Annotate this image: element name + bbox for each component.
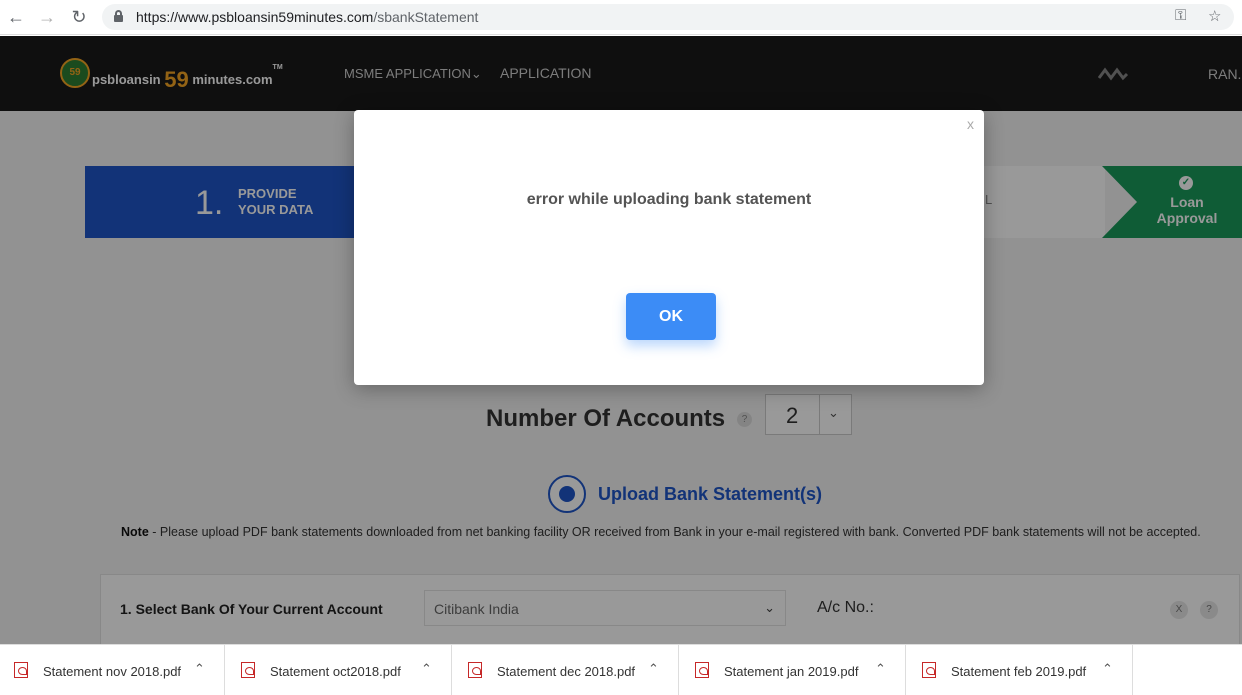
browser-toolbar: ← → ↻ https://www.psbloansin59minutes.co… bbox=[0, 0, 1242, 35]
download-filename: Statement nov 2018.pdf bbox=[43, 664, 182, 679]
lock-icon bbox=[114, 10, 123, 22]
download-item[interactable]: Statement oct2018.pdf ⌃ bbox=[227, 645, 452, 695]
address-bar[interactable]: https://www.psbloansin59minutes.com/sban… bbox=[102, 4, 1234, 30]
error-dialog: x error while uploading bank statement O… bbox=[354, 110, 984, 385]
pdf-icon bbox=[922, 662, 936, 678]
downloads-bar: Statement nov 2018.pdf ⌃ Statement oct20… bbox=[0, 644, 1242, 695]
url-path: /sbankStatement bbox=[373, 9, 479, 25]
pdf-icon bbox=[241, 662, 255, 678]
error-message: error while uploading bank statement bbox=[526, 191, 812, 208]
forward-arrow-icon[interactable]: → bbox=[37, 7, 57, 27]
pdf-icon bbox=[695, 662, 709, 678]
close-icon[interactable]: x bbox=[967, 116, 974, 132]
download-item[interactable]: Statement dec 2018.pdf ⌃ bbox=[454, 645, 679, 695]
chevron-up-icon[interactable]: ⌃ bbox=[194, 661, 205, 677]
chevron-up-icon[interactable]: ⌃ bbox=[421, 661, 432, 677]
download-filename: Statement oct2018.pdf bbox=[270, 664, 401, 679]
download-item[interactable]: Statement jan 2019.pdf ⌃ bbox=[681, 645, 906, 695]
key-icon[interactable]: ⚿ bbox=[1175, 7, 1186, 24]
download-item[interactable]: Statement feb 2019.pdf ⌃ bbox=[908, 645, 1133, 695]
star-icon[interactable]: ☆ bbox=[1208, 7, 1221, 25]
page-content: 59 psbloansin 59 minutes.comTM MSME APPL… bbox=[0, 36, 1242, 644]
url-text: https://www.psbloansin59minutes.com/sban… bbox=[136, 9, 478, 25]
chevron-up-icon[interactable]: ⌃ bbox=[875, 661, 886, 677]
url-host: https://www.psbloansin59minutes.com bbox=[136, 9, 374, 25]
download-filename: Statement feb 2019.pdf bbox=[951, 664, 1087, 679]
reload-icon[interactable]: ↻ bbox=[69, 7, 89, 27]
download-item[interactable]: Statement nov 2018.pdf ⌃ bbox=[0, 645, 225, 695]
back-arrow-icon[interactable]: ← bbox=[6, 7, 26, 27]
chevron-up-icon[interactable]: ⌃ bbox=[648, 661, 659, 677]
ok-button[interactable]: OK bbox=[626, 293, 716, 340]
pdf-icon bbox=[468, 662, 482, 678]
download-filename: Statement dec 2018.pdf bbox=[497, 664, 636, 679]
download-filename: Statement jan 2019.pdf bbox=[724, 664, 859, 679]
chevron-up-icon[interactable]: ⌃ bbox=[1102, 661, 1113, 677]
pdf-icon bbox=[14, 662, 28, 678]
